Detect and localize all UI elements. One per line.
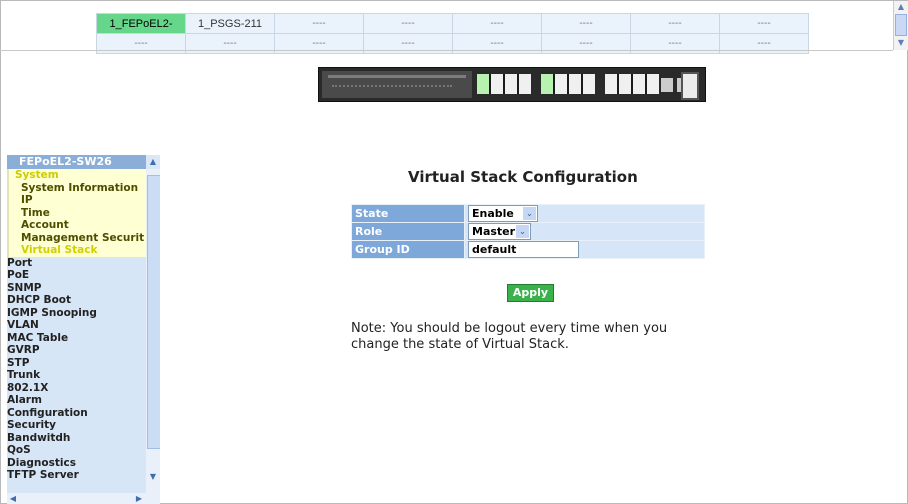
menu-item-diagnostics[interactable]: Diagnostics xyxy=(7,456,146,469)
menu-item-management-security[interactable]: Management Securit xyxy=(7,231,146,244)
menu-item-security[interactable]: Security xyxy=(7,419,146,432)
state-select[interactable]: Enable ⌄ xyxy=(468,205,538,222)
scroll-up-icon[interactable]: ▲ xyxy=(146,155,160,169)
port-icon xyxy=(605,74,617,94)
console-port-icon xyxy=(681,72,699,100)
menu-item-system[interactable]: System xyxy=(7,169,146,182)
form-row-role: Role Master ⌄ xyxy=(352,223,704,240)
menu-item-time[interactable]: Time xyxy=(7,206,146,219)
port-icon xyxy=(519,74,531,94)
scroll-up-icon[interactable]: ▲ xyxy=(894,1,908,13)
state-cell: Enable ⌄ xyxy=(465,205,704,222)
menu-horizontal-scrollbar[interactable]: ◀ ▶ xyxy=(7,493,146,504)
menu-item-virtual-stack[interactable]: Virtual Stack xyxy=(7,244,146,257)
menu-items: System System Information IP Time Accoun… xyxy=(7,169,146,482)
role-label: Role xyxy=(352,223,464,240)
role-select[interactable]: Master ⌄ xyxy=(468,223,531,240)
form-row-group-id: Group ID default xyxy=(352,241,704,258)
stack-unit-cell[interactable]: ---- xyxy=(719,13,809,34)
stack-unit-cell[interactable]: 1_FEPoEL2- xyxy=(96,13,186,34)
virtual-stack-form: State Enable ⌄ Role Master ⌄ Group ID de… xyxy=(351,204,705,259)
port-group xyxy=(541,74,595,94)
stack-unit-cell[interactable]: ---- xyxy=(541,13,631,34)
port-icon xyxy=(505,74,517,94)
state-select-value: Enable xyxy=(472,207,514,220)
port-icon xyxy=(541,74,553,94)
stack-unit-cell[interactable]: 1_PSGS-211 xyxy=(185,13,275,34)
stack-unit-cell[interactable]: ---- xyxy=(630,13,720,34)
switch-panel-image xyxy=(318,67,706,102)
menu-item-dhcp-boot[interactable]: DHCP Boot xyxy=(7,294,146,307)
state-label: State xyxy=(352,205,464,222)
menu-item-configuration[interactable]: Configuration xyxy=(7,406,146,419)
switch-strip xyxy=(328,75,466,78)
menu-item-alarm[interactable]: Alarm xyxy=(7,394,146,407)
stack-row-1: 1_FEPoEL2- 1_PSGS-211 ---- ---- ---- ---… xyxy=(96,13,809,34)
role-cell: Master ⌄ xyxy=(465,223,704,240)
port-icon xyxy=(477,74,489,94)
device-name: FEPoEL2-SW26 xyxy=(19,155,112,168)
chevron-down-icon[interactable]: ⌄ xyxy=(516,225,529,238)
page-title: Virtual Stack Configuration xyxy=(408,168,638,186)
frame-divider xyxy=(0,50,893,51)
menu-item-gvrp[interactable]: GVRP xyxy=(7,344,146,357)
group-id-cell: default xyxy=(465,241,704,258)
sfp-port-icon xyxy=(661,78,673,92)
menu-item-tftp-server[interactable]: TFTP Server xyxy=(7,469,146,482)
port-group xyxy=(605,74,659,94)
chevron-down-icon[interactable]: ⌄ xyxy=(523,207,536,220)
stack-unit-cell[interactable]: ---- xyxy=(452,13,542,34)
note-text: Note: You should be logout every time wh… xyxy=(351,321,668,352)
switch-label-area xyxy=(322,71,472,98)
port-group xyxy=(477,74,531,94)
stack-unit-cell[interactable]: ---- xyxy=(363,13,453,34)
menu-header: FEPoEL2-SW26 ▲ xyxy=(7,155,160,169)
menu-item-poe[interactable]: PoE xyxy=(7,269,146,282)
top-frame-scrollbar[interactable]: ▲ ▼ xyxy=(893,1,908,50)
scrollbar-thumb[interactable] xyxy=(895,14,907,36)
menu-item-vlan[interactable]: VLAN xyxy=(7,319,146,332)
menu-item-stp[interactable]: STP xyxy=(7,356,146,369)
port-icon xyxy=(633,74,645,94)
port-icon xyxy=(569,74,581,94)
menu-item-port[interactable]: Port xyxy=(7,256,146,269)
role-select-value: Master xyxy=(472,225,516,238)
port-icon xyxy=(583,74,595,94)
scrollbar-thumb[interactable] xyxy=(147,175,160,449)
port-icon xyxy=(647,74,659,94)
menu-item-trunk[interactable]: Trunk xyxy=(7,369,146,382)
port-icon xyxy=(555,74,567,94)
scroll-down-icon[interactable]: ▼ xyxy=(146,471,160,483)
menu-item-system-information[interactable]: System Information xyxy=(7,181,146,194)
stack-unit-grid: 1_FEPoEL2- 1_PSGS-211 ---- ---- ---- ---… xyxy=(96,13,809,54)
menu-item-802-1x[interactable]: 802.1X xyxy=(7,381,146,394)
scroll-right-icon[interactable]: ▶ xyxy=(133,493,145,504)
menu-vertical-scrollbar[interactable]: ▼ xyxy=(146,169,160,504)
port-icon xyxy=(491,74,503,94)
menu-item-bandwidth[interactable]: Bandwitdh xyxy=(7,431,146,444)
menu-item-account[interactable]: Account xyxy=(7,219,146,232)
port-icon xyxy=(619,74,631,94)
stack-unit-cell[interactable]: ---- xyxy=(274,13,364,34)
switch-led-row xyxy=(332,85,452,89)
menu-item-snmp[interactable]: SNMP xyxy=(7,281,146,294)
menu-item-mac-table[interactable]: MAC Table xyxy=(7,331,146,344)
form-row-state: State Enable ⌄ xyxy=(352,205,704,222)
scroll-left-icon[interactable]: ◀ xyxy=(7,493,19,504)
menu-item-igmp-snooping[interactable]: IGMP Snooping xyxy=(7,306,146,319)
scroll-down-icon[interactable]: ▼ xyxy=(894,37,908,49)
nav-menu: FEPoEL2-SW26 ▲ System System Information… xyxy=(7,155,160,504)
group-id-input[interactable]: default xyxy=(468,241,579,258)
group-id-label: Group ID xyxy=(352,241,464,258)
apply-button[interactable]: Apply xyxy=(507,284,554,302)
menu-item-qos[interactable]: QoS xyxy=(7,444,146,457)
menu-item-ip[interactable]: IP xyxy=(7,194,146,207)
